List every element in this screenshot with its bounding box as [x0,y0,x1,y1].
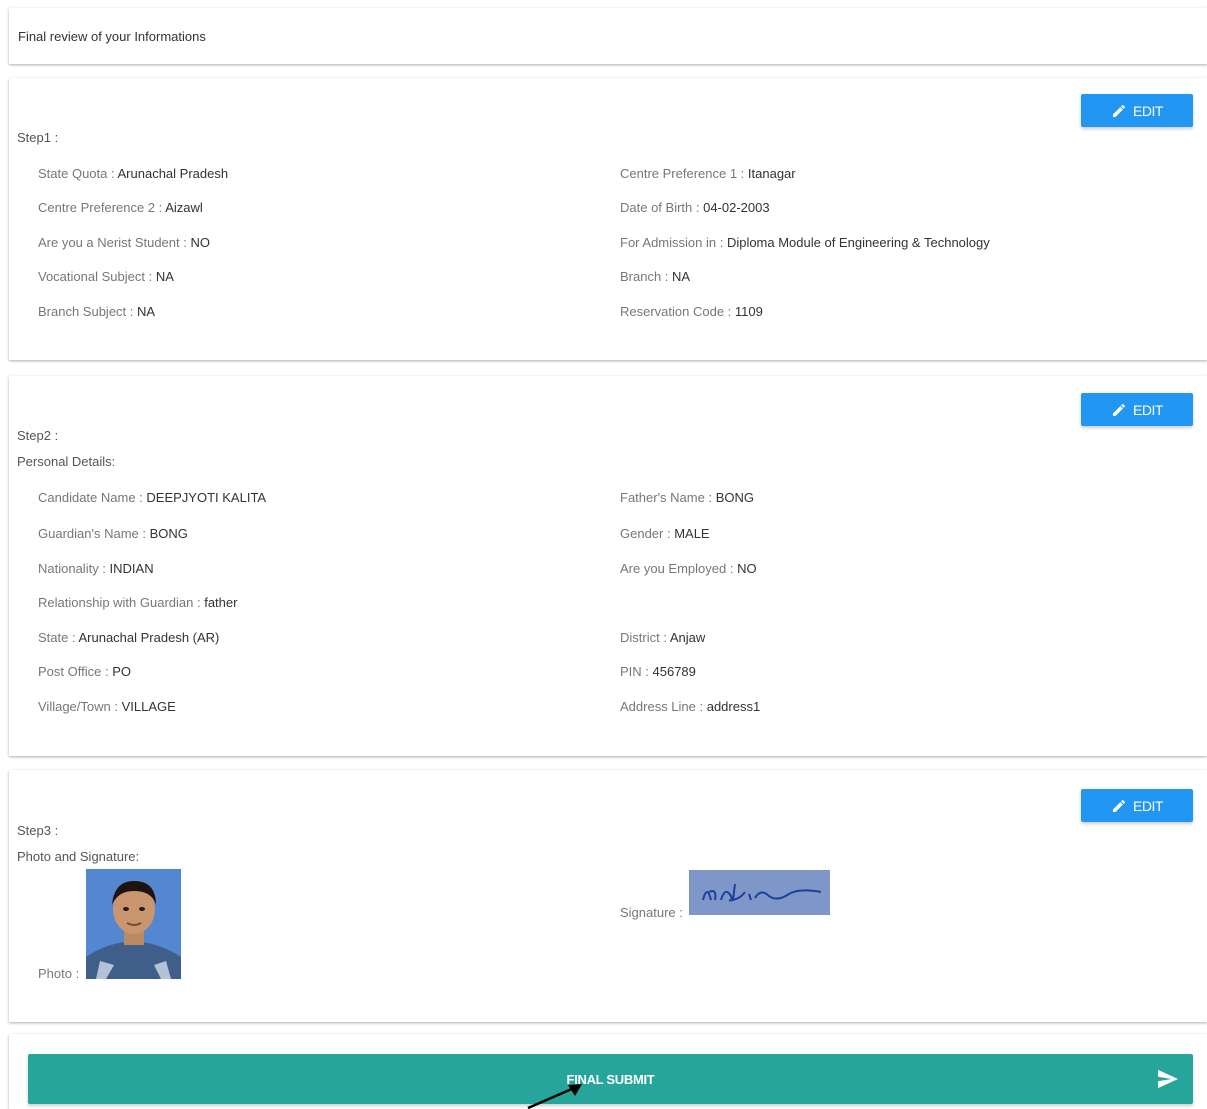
final-submit-button[interactable]: FINAL SUBMIT [28,1054,1193,1104]
field-date-of-birth: Date of Birth : 04-02-2003 [620,200,770,215]
field-admission-in: For Admission in : Diploma Module of Eng… [620,235,990,250]
field-reservation-code: Reservation Code : 1109 [620,304,763,319]
pencil-icon [1113,403,1126,416]
edit-label: EDIT [1133,102,1163,119]
edit-label: EDIT [1133,401,1163,418]
send-icon [1158,1069,1178,1089]
pencil-icon [1113,799,1126,812]
field-address-line: Address Line : address1 [620,699,761,714]
step3-title: Step3 : [17,823,59,838]
field-branch-subject: Branch Subject : NA [38,304,156,319]
pencil-icon [1113,104,1126,117]
review-header: Final review of your Informations [9,8,1207,64]
page-title: Final review of your Informations [18,29,206,44]
candidate-photo [86,869,181,979]
field-relationship-with-guardian: Relationship with Guardian : father [38,595,238,610]
field-vocational-subject: Vocational Subject : NA [38,269,174,284]
step1-edit-button[interactable]: EDIT [1081,94,1193,127]
field-state-quota: State Quota : Arunachal Pradesh [38,166,229,181]
field-fathers-name: Father's Name : BONG [620,490,754,505]
signature-image [689,870,830,915]
field-pin: PIN : 456789 [620,664,696,679]
arrow-icon [527,1084,582,1109]
field-centre-preference-1: Centre Preference 1 : Itanagar [620,166,796,181]
step2-title: Step2 : [17,428,59,443]
step2-card: EDIT Step2 : Personal Details: Candidate… [9,376,1207,756]
field-state: State : Arunachal Pradesh (AR) [38,630,220,645]
step1-card: EDIT Step1 : State Quota : Arunachal Pra… [9,78,1207,360]
signature-label: Signature : [620,905,683,920]
step3-edit-button[interactable]: EDIT [1081,789,1193,822]
submit-card: FINAL SUBMIT [9,1034,1207,1109]
field-district: District : Anjaw [620,630,706,645]
step3-card: EDIT Step3 : Photo and Signature: Photo … [9,770,1207,1022]
photo-label: Photo : [38,966,80,981]
field-employed: Are you Employed : NO [620,561,757,576]
personal-details-heading: Personal Details: [17,454,116,469]
field-branch: Branch : NA [620,269,691,284]
photo-signature-heading: Photo and Signature: [17,849,140,864]
field-nationality: Nationality : INDIAN [38,561,154,576]
field-post-office: Post Office : PO [38,664,131,679]
step2-edit-button[interactable]: EDIT [1081,393,1193,426]
field-guardians-name: Guardian's Name : BONG [38,526,188,541]
field-centre-preference-2: Centre Preference 2 : Aizawl [38,200,203,215]
edit-label: EDIT [1133,797,1163,814]
step1-title: Step1 : [17,130,59,145]
field-nerist-student: Are you a Nerist Student : NO [38,235,210,250]
field-candidate-name: Candidate Name : DEEPJYOTI KALITA [38,490,267,505]
field-village-town: Village/Town : VILLAGE [38,699,176,714]
field-gender: Gender : MALE [620,526,710,541]
